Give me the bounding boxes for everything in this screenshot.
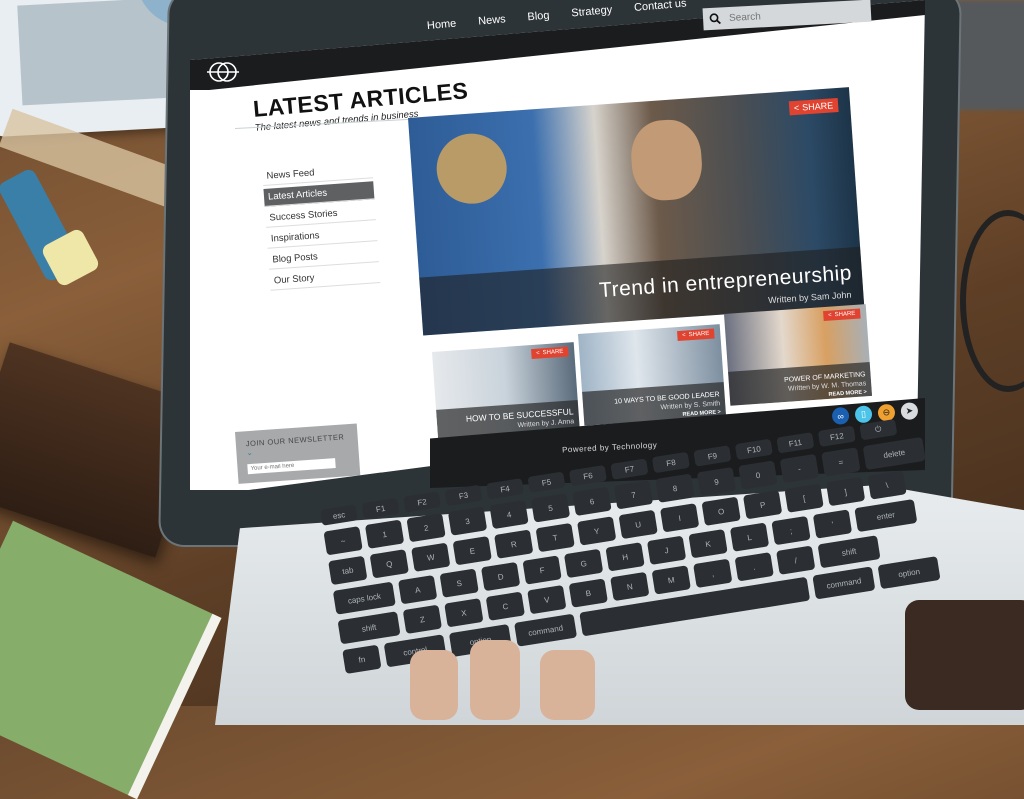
sidebar-menu: News Feed Latest Articles Success Storie… (262, 160, 381, 293)
key[interactable]: delete (862, 436, 926, 471)
key[interactable]: = (821, 447, 861, 477)
key[interactable]: 4 (489, 499, 529, 530)
nav-news[interactable]: News (478, 13, 509, 55)
nav-home[interactable]: Home (427, 18, 460, 60)
key[interactable]: shift (817, 535, 881, 569)
key[interactable]: 3 (447, 506, 488, 536)
chevron-down-icon[interactable]: ⌄ (246, 448, 253, 457)
key[interactable]: O (701, 496, 741, 526)
key[interactable]: ] (825, 476, 866, 507)
key[interactable]: Y (577, 516, 617, 546)
key[interactable]: \ (867, 470, 907, 500)
newsletter-box: JOIN OUR NEWSLETTER ⌄ (235, 423, 361, 484)
nav-contact[interactable]: Contact us (634, 0, 690, 42)
hand-right (905, 600, 1024, 710)
key[interactable]: command (514, 613, 578, 647)
nav-strategy[interactable]: Strategy (571, 4, 615, 47)
search-icon[interactable] (709, 12, 722, 25)
key[interactable]: 0 (738, 460, 778, 490)
hero-photo-person (628, 117, 705, 203)
key[interactable]: B (568, 578, 608, 608)
cable-prop (960, 210, 1024, 392)
share-icon: < (793, 102, 800, 114)
key[interactable]: ; (771, 515, 811, 546)
green-book-prop (0, 520, 222, 799)
newsletter-label[interactable]: JOIN OUR NEWSLETTER ⌄ (246, 432, 349, 457)
key[interactable]: K (688, 529, 728, 559)
key[interactable]: ~ (323, 526, 363, 556)
share-icon: < (681, 332, 686, 339)
link-icon[interactable]: ∞ (831, 406, 850, 425)
hero-photo-person (434, 131, 510, 207)
search-input[interactable] (726, 4, 862, 25)
key[interactable]: 2 (406, 512, 446, 543)
key[interactable]: 7 (613, 480, 654, 510)
key[interactable]: H (605, 542, 645, 572)
sidebar-item-our-story[interactable]: Our Story (269, 265, 381, 291)
key[interactable]: 5 (530, 493, 571, 523)
article-card[interactable]: < SHARE 10 WAYS TO BE GOOD LEADER Written… (578, 324, 727, 426)
key[interactable]: U (618, 509, 658, 540)
key[interactable]: enter (854, 499, 918, 533)
hero-share-button[interactable]: < SHARE (788, 97, 839, 116)
key[interactable]: P (742, 490, 783, 520)
key[interactable]: shift (337, 611, 401, 645)
key[interactable]: / (776, 545, 816, 575)
key[interactable]: M (651, 565, 691, 595)
key[interactable]: S (439, 568, 479, 598)
key[interactable]: - (779, 453, 820, 484)
card-share-button[interactable]: < SHARE (822, 308, 861, 322)
key[interactable]: E (452, 536, 492, 566)
nav-blog[interactable]: Blog (527, 9, 552, 51)
share-icon: < (535, 350, 540, 357)
newsletter-email-input[interactable] (247, 458, 336, 475)
key[interactable]: fn (342, 644, 382, 674)
key[interactable]: D (480, 561, 521, 592)
key[interactable]: J (646, 535, 687, 565)
key[interactable]: L (729, 522, 770, 552)
hand-left (470, 640, 520, 720)
key[interactable]: . (734, 552, 774, 582)
hand-left (540, 650, 595, 720)
key[interactable]: X (444, 598, 484, 628)
key[interactable]: Q (369, 549, 409, 579)
key[interactable]: 9 (696, 466, 737, 497)
key[interactable]: Z (402, 604, 443, 635)
card-share-button[interactable]: < SHARE (676, 328, 715, 342)
key[interactable]: G (563, 548, 604, 579)
key[interactable]: W (411, 542, 451, 572)
card-share-button[interactable]: < SHARE (530, 346, 569, 360)
key[interactable]: 8 (655, 473, 695, 503)
article-card[interactable]: < SHARE POWER OF MARKETING Written by W. … (724, 304, 873, 406)
key[interactable]: command (812, 566, 876, 600)
key[interactable]: T (535, 522, 575, 553)
key[interactable]: 6 (572, 486, 612, 517)
key[interactable]: R (494, 529, 534, 559)
key[interactable]: option (877, 556, 941, 590)
key[interactable]: F (522, 555, 562, 585)
hand-left (410, 650, 458, 720)
key[interactable]: , (693, 558, 733, 589)
share-icon: < (827, 312, 832, 319)
key[interactable]: V (527, 584, 567, 615)
key[interactable]: I (659, 503, 700, 533)
key[interactable]: N (610, 571, 650, 602)
key[interactable]: C (485, 591, 525, 621)
key[interactable]: caps lock (332, 581, 396, 615)
key[interactable]: tab (328, 555, 368, 586)
key[interactable]: 1 (364, 519, 405, 549)
key[interactable]: A (398, 575, 438, 605)
logo-icon[interactable] (205, 60, 241, 84)
hero-article[interactable]: < SHARE Trend in entrepreneurship Written… (408, 87, 865, 336)
key[interactable]: [ (784, 483, 824, 513)
bookmark-icon[interactable]: ▯ (854, 405, 873, 424)
key[interactable]: ' (812, 509, 853, 539)
